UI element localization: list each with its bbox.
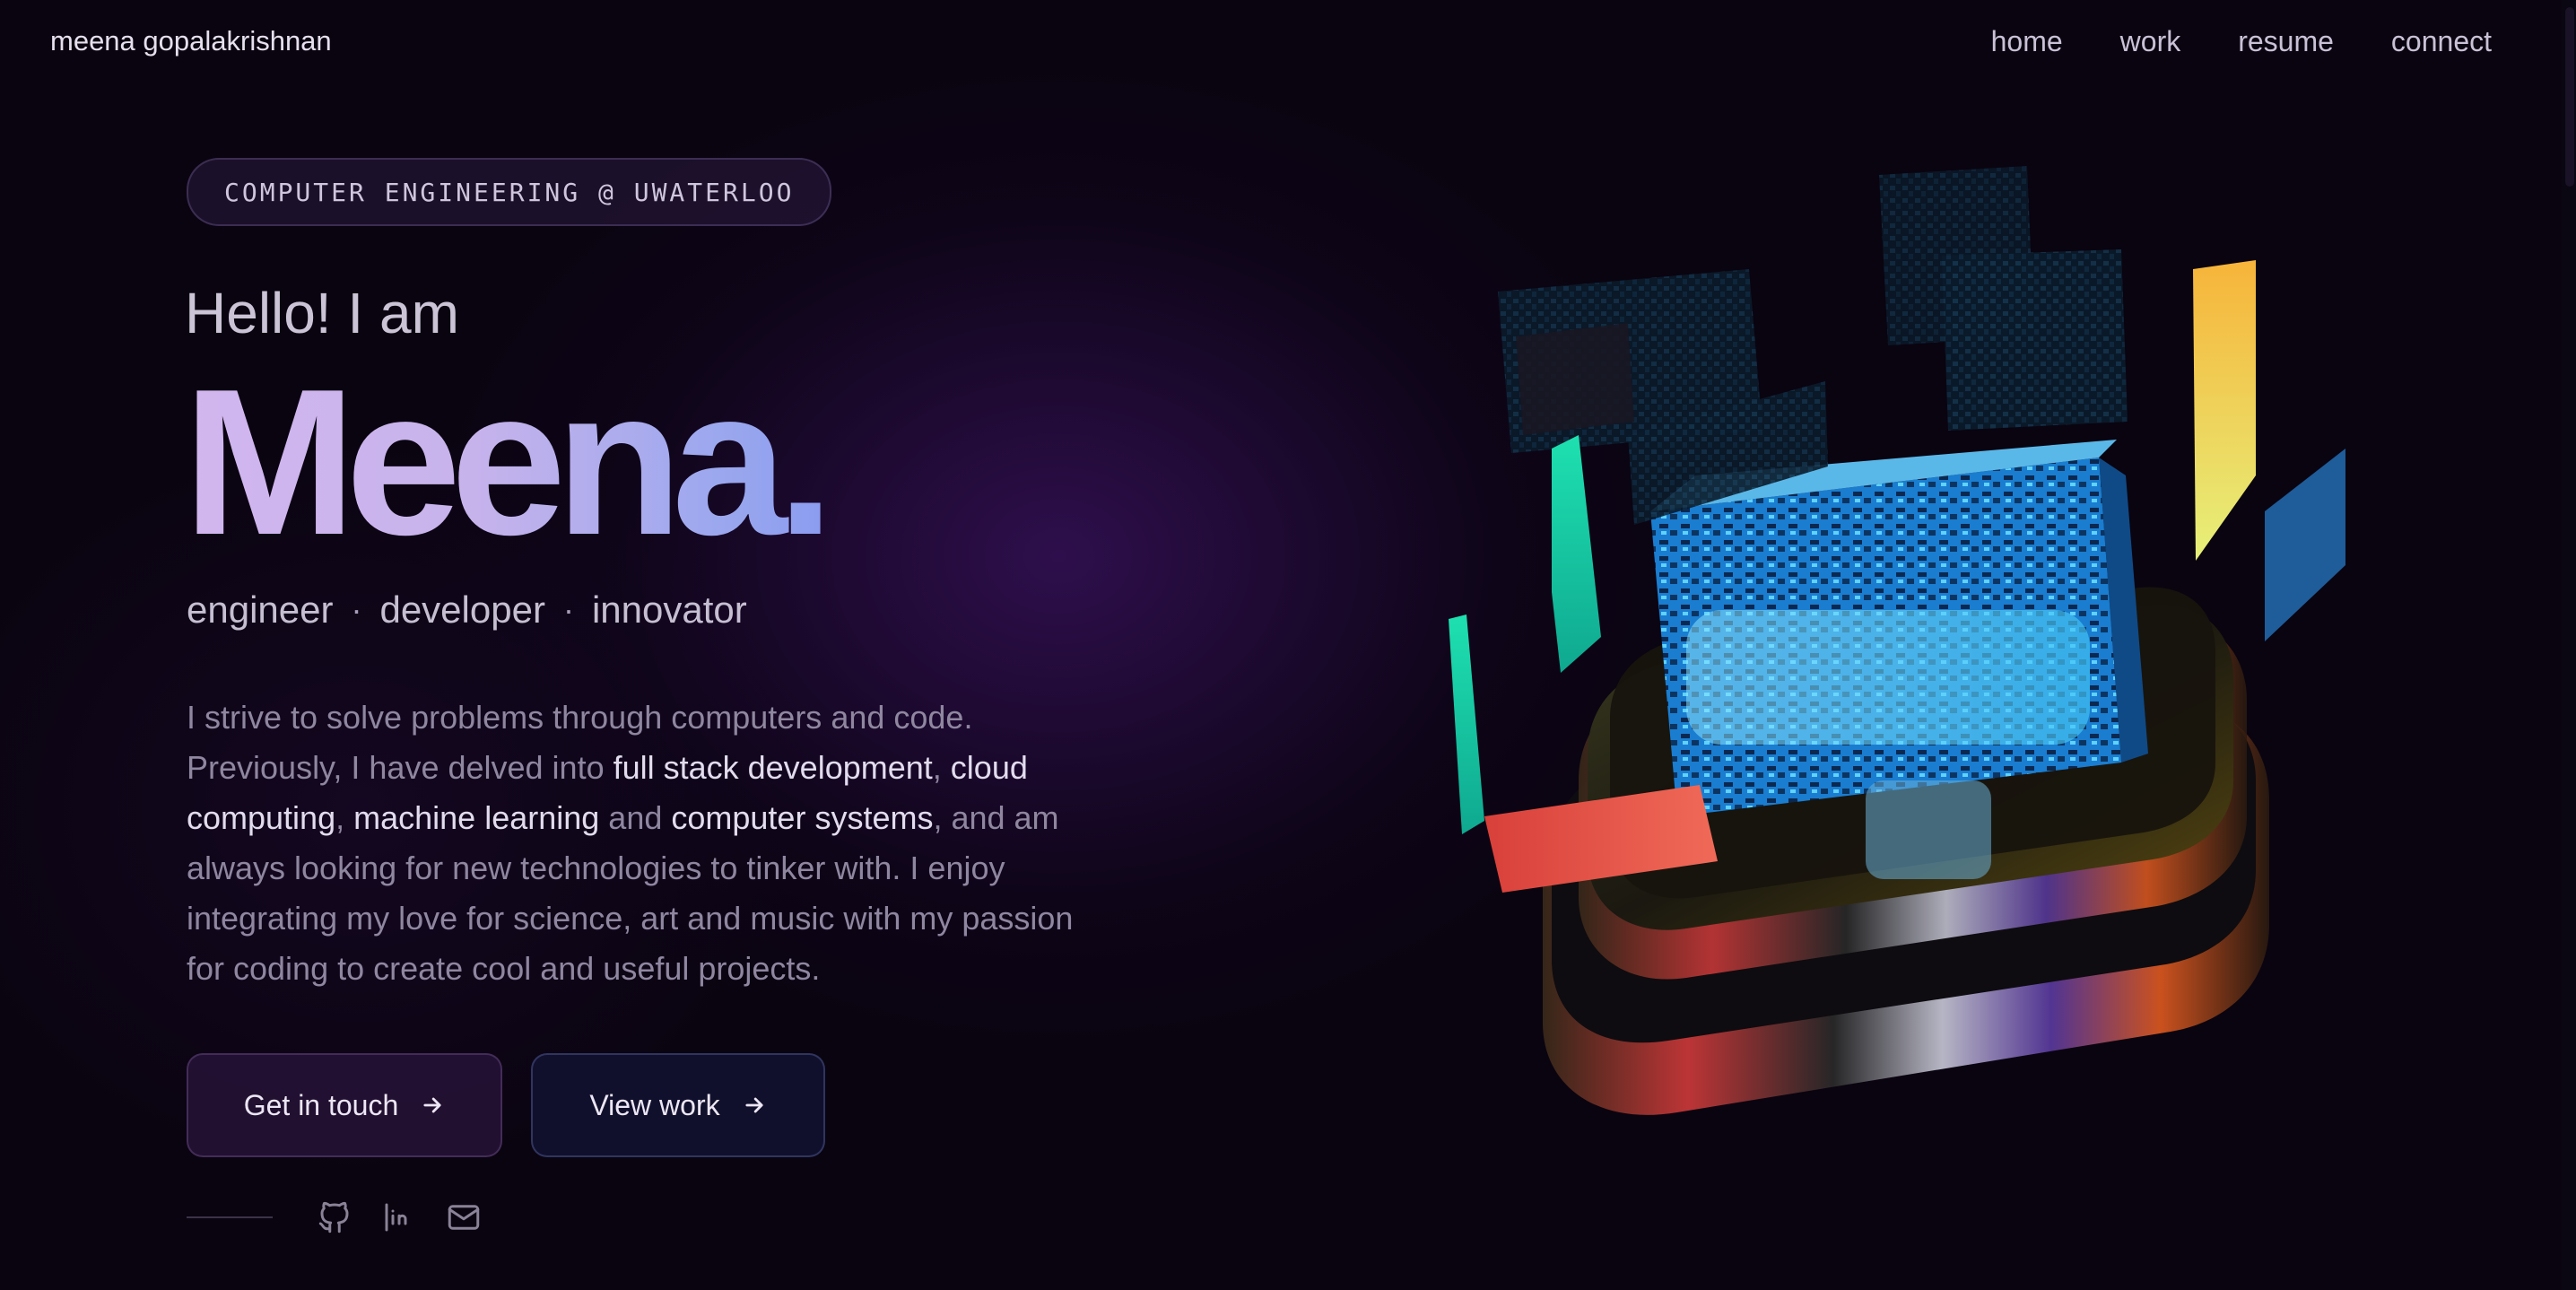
greeting-text: Hello! I am: [185, 281, 459, 345]
mail-icon: [448, 1205, 480, 1230]
floating-tile: [1516, 323, 1634, 435]
about-text: ,: [335, 799, 354, 836]
role-engineer: engineer: [187, 588, 334, 631]
divider: [187, 1216, 273, 1218]
scrollbar[interactable]: [2562, 0, 2576, 1290]
cube-glow: [1686, 610, 2090, 745]
role-innovator: innovator: [591, 588, 747, 631]
teal-card-small: [1449, 614, 1484, 834]
role-separator: ·: [351, 591, 362, 628]
social-links: [187, 1198, 509, 1236]
about-text: and: [599, 799, 672, 836]
view-work-label: View work: [589, 1088, 720, 1121]
hero-name: Meena.: [183, 346, 835, 579]
top-nav: meena gopalakrishnan home work resume co…: [0, 0, 2562, 86]
highlight-computer-systems: computer systems: [671, 799, 934, 836]
about-text: ,: [932, 749, 951, 786]
get-in-touch-label: Get in touch: [243, 1088, 399, 1121]
nav-link-home[interactable]: home: [1991, 25, 2063, 58]
about-paragraph: I strive to solve problems through compu…: [187, 693, 1083, 994]
arrow-right-icon: [423, 1097, 441, 1113]
yellow-card: [2193, 260, 2256, 561]
program-badge: COMPUTER ENGINEERING @ UWATERLOO: [187, 158, 832, 226]
role-developer: developer: [379, 588, 545, 631]
view-work-button[interactable]: View work: [531, 1053, 825, 1157]
linkedin-link[interactable]: [380, 1198, 418, 1236]
teal-card: [1552, 435, 1601, 673]
get-in-touch-button[interactable]: Get in touch: [187, 1053, 502, 1157]
brand-link[interactable]: meena gopalakrishnan: [50, 25, 332, 57]
github-icon: [318, 1201, 349, 1233]
nav-link-work[interactable]: work: [2120, 25, 2181, 58]
linkedin-icon: [385, 1203, 407, 1232]
scrollbar-thumb[interactable]: [2565, 7, 2574, 187]
floating-tile: [1942, 249, 2128, 431]
highlight-full-stack: full stack development: [613, 749, 933, 786]
cube-glow-lower: [1866, 780, 1991, 879]
blue-card: [2265, 449, 2345, 641]
highlight-machine-learning: machine learning: [353, 799, 600, 836]
roles-line: engineer · developer · innovator: [187, 588, 747, 632]
nav-links: home work resume connect: [1991, 25, 2492, 58]
role-separator: ·: [562, 591, 574, 628]
nav-link-connect[interactable]: connect: [2391, 25, 2492, 58]
email-link[interactable]: [445, 1198, 483, 1236]
arrow-right-icon: [745, 1097, 763, 1113]
nav-link-resume[interactable]: resume: [2238, 25, 2334, 58]
3d-chip-cube-icon: [1449, 166, 2345, 1115]
github-link[interactable]: [316, 1198, 353, 1236]
